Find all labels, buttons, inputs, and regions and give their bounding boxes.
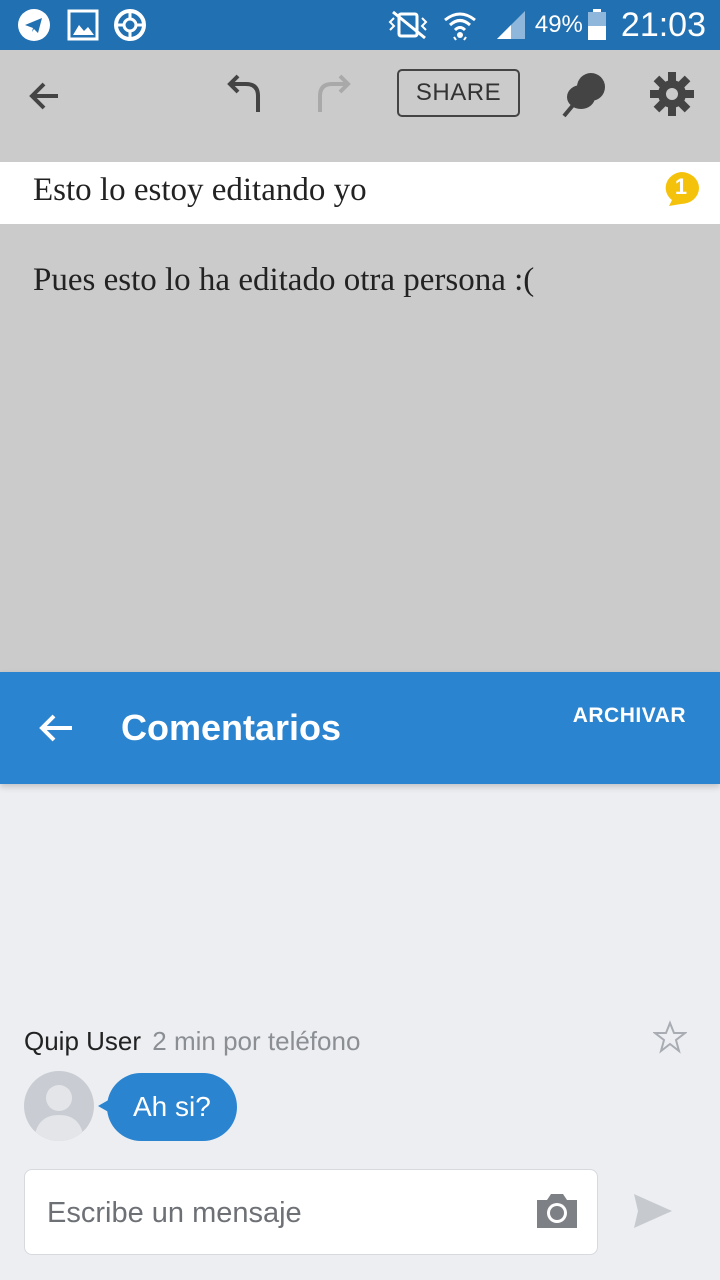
status-indicators: 49% 21:03	[385, 6, 706, 44]
settings-icon[interactable]	[648, 70, 696, 118]
message-input[interactable]: Escribe un mensaje	[24, 1169, 598, 1255]
wifi-icon	[443, 8, 477, 42]
star-icon[interactable]	[652, 1020, 688, 1054]
vibrate-icon	[385, 10, 431, 40]
comments-title: Comentarios	[121, 707, 342, 748]
back-arrow-icon[interactable]	[22, 74, 66, 118]
vpn-icon	[113, 8, 147, 42]
document-toolbar: SHARE	[0, 50, 720, 162]
comment-meta: Quip User 2 min por teléfono	[24, 1026, 360, 1057]
highlighted-paragraph[interactable]: Esto lo estoy editando yo 1	[0, 162, 720, 224]
undo-icon[interactable]	[222, 70, 268, 116]
pin-icon[interactable]	[560, 68, 612, 120]
paragraph-text[interactable]: Pues esto lo ha editado otra persona :(	[33, 262, 534, 299]
send-icon[interactable]	[632, 1190, 674, 1232]
signal-icon	[495, 9, 527, 41]
redo-icon[interactable]	[310, 70, 356, 116]
share-button[interactable]: SHARE	[397, 69, 520, 117]
battery-percent: 49%	[534, 11, 583, 38]
message-placeholder: Escribe un mensaje	[47, 1197, 302, 1229]
avatar[interactable]	[24, 1071, 94, 1141]
back-arrow-icon[interactable]	[36, 708, 76, 748]
comment-timestamp: 2 min por teléfono	[152, 1026, 361, 1056]
paragraph-text: Esto lo estoy editando yo	[33, 172, 367, 208]
comment-author[interactable]: Quip User	[24, 1026, 141, 1056]
camera-icon[interactable]	[533, 1190, 581, 1232]
message-text: Ah si?	[133, 1091, 211, 1122]
message-bubble[interactable]: Ah si?	[107, 1073, 237, 1141]
clock: 21:03	[620, 5, 706, 44]
comment-count: 1	[674, 174, 688, 199]
document-body[interactable]: Esto lo estoy editando yo 1 Pues esto lo…	[0, 162, 720, 672]
battery-icon	[587, 9, 607, 41]
status-bar: 49% 21:03	[0, 0, 720, 50]
gallery-icon	[66, 8, 100, 42]
archive-button[interactable]: ARCHIVAR	[573, 704, 686, 728]
comments-header: Comentarios ARCHIVAR	[0, 672, 720, 784]
comment-count-badge[interactable]: 1	[659, 170, 703, 210]
telegram-icon	[17, 8, 51, 42]
